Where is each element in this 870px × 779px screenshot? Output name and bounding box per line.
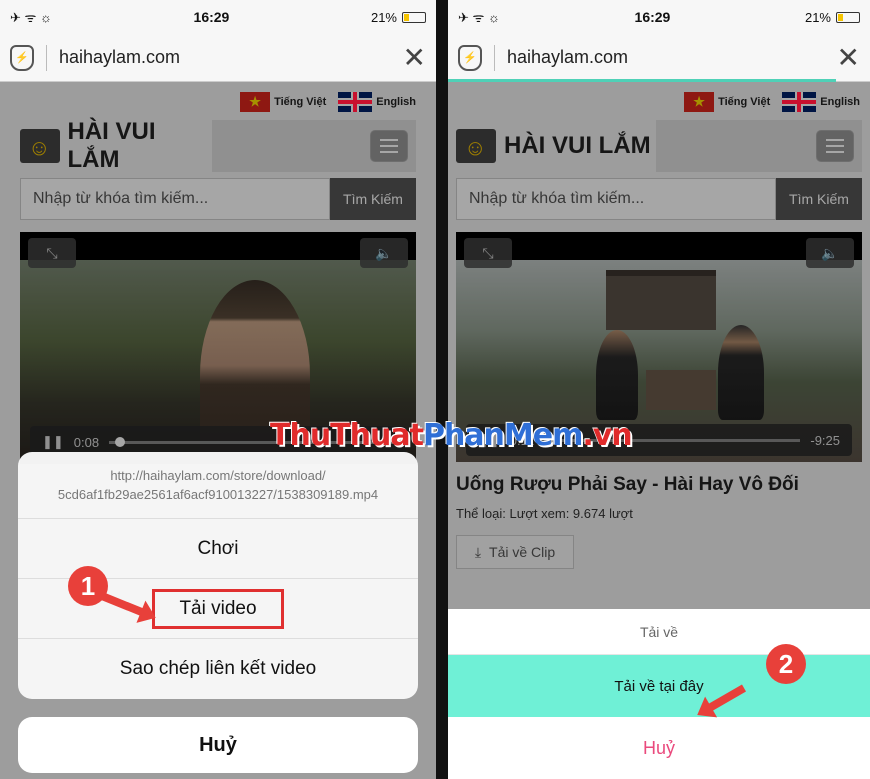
watermark: ThuThuatPhanMem.vn bbox=[270, 418, 633, 453]
cancel-button[interactable]: Huỷ bbox=[18, 717, 418, 773]
status-bar: ✈ ᯤ ☼ 16:29 21% bbox=[0, 0, 436, 34]
url-text[interactable]: haihaylam.com bbox=[507, 47, 837, 68]
status-battery: 21% bbox=[371, 10, 426, 25]
download-sheet-title: Tải về bbox=[448, 609, 870, 655]
step-badge-1: 1 bbox=[68, 566, 108, 606]
shield-icon[interactable]: ⚡ bbox=[10, 44, 34, 71]
shield-icon[interactable]: ⚡ bbox=[458, 44, 482, 71]
status-battery: 21% bbox=[805, 10, 860, 25]
url-text[interactable]: haihaylam.com bbox=[59, 47, 403, 68]
status-time: 16:29 bbox=[193, 9, 230, 25]
screenshot-stage: ✈ ᯤ ☼ 16:29 21% ⚡ haihaylam.com ✕ ★ Tiến… bbox=[0, 0, 870, 779]
status-icons: ✈ ᯤ ☼ bbox=[458, 10, 500, 25]
sheet-url-line1: http://haihaylam.com/store/download/ bbox=[110, 468, 326, 483]
battery-percent: 21% bbox=[804, 9, 831, 25]
cancel-button[interactable]: Huỷ bbox=[448, 717, 870, 779]
url-bar[interactable]: ⚡ haihaylam.com ✕ bbox=[0, 34, 436, 82]
download-video-label: Tải video bbox=[152, 588, 284, 629]
sheet-url: http://haihaylam.com/store/download/ 5cd… bbox=[18, 452, 418, 519]
step-badge-2: 2 bbox=[766, 644, 806, 684]
url-bar[interactable]: ⚡ haihaylam.com ✕ bbox=[448, 34, 870, 82]
sheet-url-line2: 5cd6af1fb29ae2561af6acf910013227/1538309… bbox=[57, 487, 379, 502]
url-separator bbox=[46, 44, 47, 71]
watermark-part1: ThuThuat bbox=[270, 418, 424, 453]
status-icons: ✈ ᯤ ☼ bbox=[10, 10, 52, 25]
left-phone-screen: ✈ ᯤ ☼ 16:29 21% ⚡ haihaylam.com ✕ ★ Tiến… bbox=[0, 0, 436, 779]
battery-percent: 21% bbox=[370, 9, 397, 25]
download-sheet: Tải về Tải về tại đây Huỷ bbox=[448, 609, 870, 779]
status-bar: ✈ ᯤ ☼ 16:29 21% bbox=[448, 0, 870, 34]
battery-icon bbox=[836, 11, 860, 23]
close-icon[interactable]: ✕ bbox=[837, 43, 860, 72]
watermark-part2: PhanMem bbox=[422, 418, 583, 453]
download-here-button[interactable]: Tải về tại đây bbox=[448, 655, 870, 717]
copy-link-option[interactable]: Sao chép liên kết video bbox=[18, 639, 418, 699]
right-phone-screen: ✈ ᯤ ☼ 16:29 21% ⚡ haihaylam.com ✕ ★ Tiến… bbox=[448, 0, 870, 779]
screen-divider bbox=[436, 0, 448, 779]
status-time: 16:29 bbox=[634, 9, 671, 25]
battery-icon bbox=[402, 11, 426, 23]
url-separator bbox=[494, 44, 495, 71]
watermark-part3: .vn bbox=[582, 418, 632, 453]
close-icon[interactable]: ✕ bbox=[403, 43, 426, 72]
